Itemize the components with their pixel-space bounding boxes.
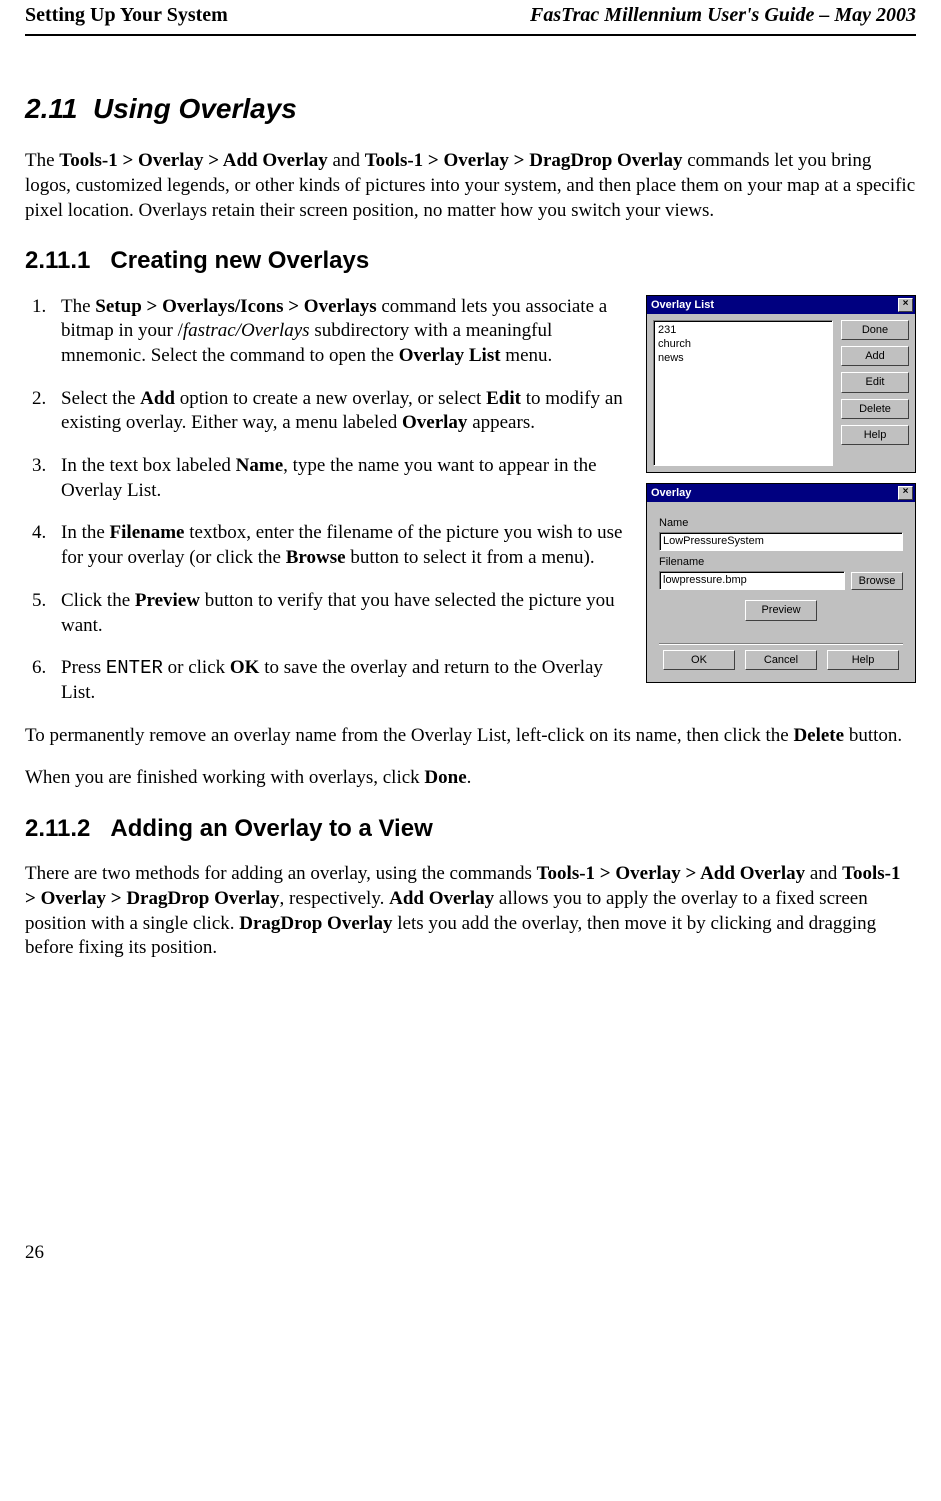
list-item[interactable]: 231 bbox=[658, 323, 828, 337]
header-left: Setting Up Your System bbox=[25, 2, 228, 28]
remove-paragraph: To permanently remove an overlay name fr… bbox=[25, 724, 916, 749]
done-button[interactable]: Done bbox=[841, 320, 909, 340]
edit-button[interactable]: Edit bbox=[841, 372, 909, 392]
page-number: 26 bbox=[25, 1241, 916, 1266]
dialog-stack: Overlay List × 231 church news Done Add … bbox=[646, 295, 916, 693]
add-button[interactable]: Add bbox=[841, 346, 909, 366]
header-right: FasTrac Millennium User's Guide – May 20… bbox=[530, 2, 916, 28]
ok-button[interactable]: OK bbox=[663, 650, 735, 670]
preview-button[interactable]: Preview bbox=[745, 600, 817, 620]
filename-label: Filename bbox=[659, 555, 903, 569]
done-paragraph: When you are finished working with overl… bbox=[25, 766, 916, 791]
delete-button[interactable]: Delete bbox=[841, 399, 909, 419]
name-field[interactable]: LowPressureSystem bbox=[659, 532, 903, 551]
intro-paragraph: The Tools-1 > Overlay > Add Overlay and … bbox=[25, 149, 916, 223]
overlay-title: Overlay bbox=[651, 486, 691, 500]
name-label: Name bbox=[659, 516, 903, 530]
overlay-list-titlebar: Overlay List × bbox=[647, 296, 915, 314]
filename-field[interactable]: lowpressure.bmp bbox=[659, 571, 845, 590]
overlay-list-title: Overlay List bbox=[651, 298, 714, 312]
help-button[interactable]: Help bbox=[827, 650, 899, 670]
close-icon[interactable]: × bbox=[898, 486, 913, 500]
page-header: Setting Up Your System FasTrac Millenniu… bbox=[25, 0, 916, 36]
overlay-listbox[interactable]: 231 church news bbox=[653, 320, 833, 466]
list-item[interactable]: news bbox=[658, 351, 828, 365]
help-button[interactable]: Help bbox=[841, 425, 909, 445]
cancel-button[interactable]: Cancel bbox=[745, 650, 817, 670]
section-heading: 2.11 Using Overlays bbox=[25, 91, 916, 127]
overlay-dialog: Overlay × Name LowPressureSystem Filenam… bbox=[646, 483, 916, 683]
subsection-heading-2: 2.11.2 Adding an Overlay to a View bbox=[25, 813, 916, 844]
browse-button[interactable]: Browse bbox=[851, 572, 903, 590]
overlay-titlebar: Overlay × bbox=[647, 484, 915, 502]
overlay-list-dialog: Overlay List × 231 church news Done Add … bbox=[646, 295, 916, 473]
list-item[interactable]: church bbox=[658, 337, 828, 351]
close-icon[interactable]: × bbox=[898, 298, 913, 312]
adding-overlay-paragraph: There are two methods for adding an over… bbox=[25, 862, 916, 961]
subsection-heading: 2.11.1 Creating new Overlays bbox=[25, 245, 916, 276]
